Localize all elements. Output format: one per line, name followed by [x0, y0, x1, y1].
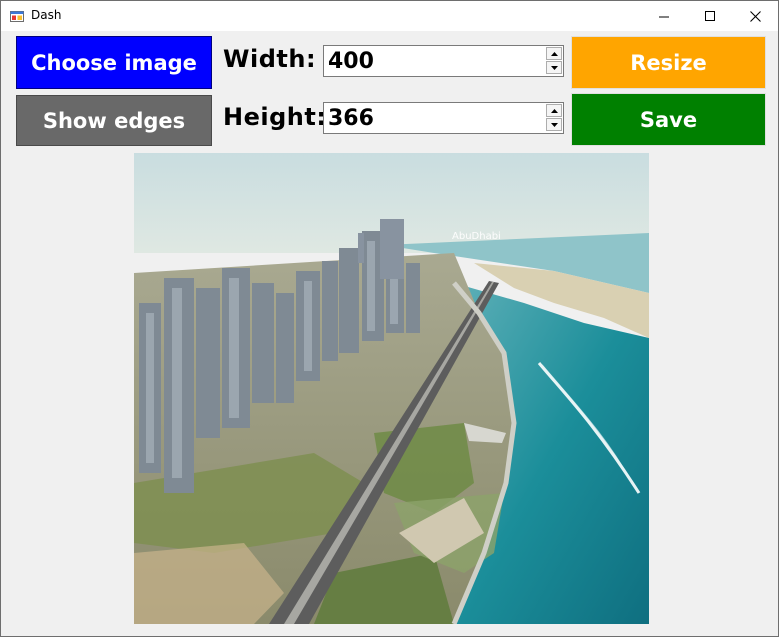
close-button[interactable] [732, 1, 778, 31]
maximize-button[interactable] [687, 1, 733, 31]
resize-button[interactable]: Resize [571, 36, 766, 89]
maximize-icon [704, 10, 715, 21]
arrow-down-icon [550, 122, 558, 127]
show-edges-button[interactable]: Show edges [16, 95, 212, 146]
title-bar: Dash [1, 1, 778, 31]
city-coastline-photo: AbuDhabi [134, 153, 649, 624]
arrow-down-icon [550, 65, 558, 70]
window-title: Dash [31, 8, 62, 22]
height-spinbox[interactable] [323, 102, 564, 134]
width-increment-button[interactable] [546, 47, 562, 60]
minimize-button[interactable] [641, 1, 687, 31]
height-increment-button[interactable] [546, 104, 562, 117]
photo-watermark: AbuDhabi [452, 231, 501, 242]
height-label: Height: [223, 103, 327, 131]
width-input[interactable] [326, 47, 546, 75]
app-window: Dash Choose image Show edges Width: Heig… [0, 0, 779, 637]
height-decrement-button[interactable] [546, 118, 562, 131]
save-button[interactable]: Save [571, 93, 766, 146]
minimize-icon [658, 16, 669, 17]
image-preview: AbuDhabi [134, 153, 649, 624]
arrow-up-icon [550, 51, 558, 56]
width-decrement-button[interactable] [546, 61, 562, 74]
close-icon [749, 10, 761, 22]
width-label: Width: [223, 45, 317, 73]
height-input[interactable] [326, 104, 546, 132]
width-spin-arrows [546, 47, 562, 75]
width-spinbox[interactable] [323, 45, 564, 77]
height-spin-arrows [546, 104, 562, 132]
arrow-up-icon [550, 108, 558, 113]
app-icon [10, 11, 24, 22]
choose-image-button[interactable]: Choose image [16, 36, 212, 89]
